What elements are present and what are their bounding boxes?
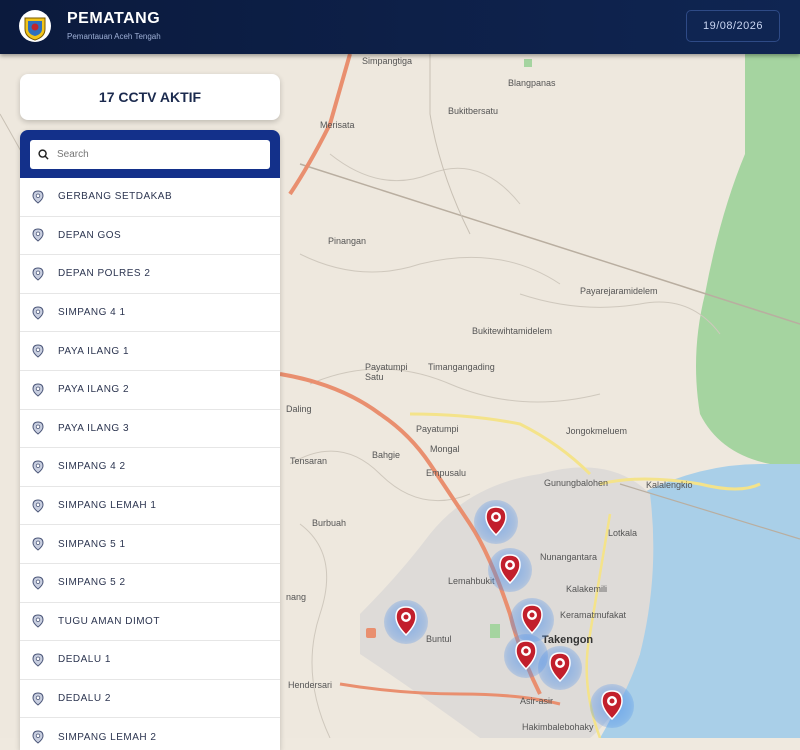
location-pin-icon	[32, 614, 44, 628]
cctv-list-item-label: DEDALU 1	[58, 654, 111, 666]
cctv-map-marker[interactable]	[590, 684, 634, 728]
map-label: Jongokmeluem	[566, 426, 628, 436]
cctv-list-item-label: SIMPANG LEMAH 1	[58, 500, 157, 512]
cctv-list-item-label: TUGU AMAN DIMOT	[58, 615, 160, 627]
location-pin-icon	[32, 460, 44, 474]
map-label: Bukitewihtamidelem	[472, 326, 553, 336]
map-label: Kalakemili	[566, 584, 608, 594]
map-label: Payarejaramidelem	[580, 286, 658, 296]
map-label: Payatumpi Satu	[365, 362, 408, 382]
location-pin-icon	[32, 228, 44, 243]
cctv-list-item-label: DEDALU 2	[58, 693, 111, 705]
map-label: Simpangtiga	[362, 56, 413, 66]
cctv-list-item[interactable]: PAYA ILANG 1	[20, 332, 280, 371]
cctv-map-marker[interactable]	[488, 548, 532, 592]
cctv-pin-icon	[499, 554, 521, 584]
cctv-list-item-label: GERBANG SETDAKAB	[58, 191, 173, 203]
cctv-list-item[interactable]: DEPAN GOS	[20, 217, 280, 256]
map-label: Keramatmufakat	[560, 610, 627, 620]
cctv-pin-icon	[515, 640, 537, 670]
map-label: Hakimbalebohaky	[522, 722, 594, 732]
map-label: Nunangantara	[540, 552, 598, 562]
location-pin-icon	[32, 537, 44, 551]
cctv-list-panel: GERBANG SETDAKAB DEPAN GOS DEPAN POLRES 2 S…	[20, 130, 280, 750]
cctv-list-item-label: SIMPANG 4 1	[58, 307, 126, 319]
cctv-list-item[interactable]: SIMPANG 4 1	[20, 294, 280, 333]
search-input[interactable]	[55, 148, 259, 161]
app-title: PEMATANG	[67, 10, 161, 27]
search-box[interactable]	[30, 140, 270, 169]
map-label: Blangpanas	[508, 78, 556, 88]
active-cctv-count: 17 CCTV AKTIF	[20, 74, 280, 120]
map-label: Hendersari	[288, 680, 333, 690]
cctv-map-marker[interactable]	[384, 600, 428, 644]
map-label: Takengon	[542, 634, 594, 646]
map-label: Asir-asir	[520, 696, 553, 706]
cctv-list-item-label: DEPAN POLRES 2	[58, 268, 151, 280]
cctv-list-item-label: SIMPANG LEMAH 2	[58, 731, 157, 743]
cctv-list-item[interactable]: PAYA ILANG 2	[20, 371, 280, 410]
map-label: Lotkala	[608, 528, 638, 538]
map-label: Merisata	[320, 120, 355, 130]
location-pin-icon	[32, 344, 44, 358]
cctv-list-item[interactable]: SIMPANG LEMAH 1	[20, 487, 280, 526]
map-label: Tensaran	[290, 456, 328, 466]
location-pin-icon	[32, 653, 44, 667]
search-icon	[38, 149, 49, 160]
cctv-list-item[interactable]: GERBANG SETDAKAB	[20, 178, 280, 217]
cctv-map-marker[interactable]	[538, 646, 582, 690]
search-bar	[20, 130, 280, 178]
location-pin-icon	[32, 730, 44, 744]
cctv-list-item-label: SIMPANG 4 2	[58, 461, 126, 473]
location-pin-icon	[32, 576, 44, 590]
cctv-pin-icon	[521, 604, 543, 634]
cctv-list-item[interactable]: DEDALU 1	[20, 641, 280, 680]
map-label: Bukitbersatu	[448, 106, 499, 116]
cctv-list-item[interactable]: SIMPANG 5 2	[20, 564, 280, 603]
map-label: Lemahbukit	[448, 576, 495, 586]
cctv-list-item[interactable]: DEPAN POLRES 2	[20, 255, 280, 294]
cctv-list-item[interactable]: SIMPANG LEMAH 2	[20, 718, 280, 750]
map-label: Gunungbalohen	[544, 478, 609, 488]
map-label: Buntul	[426, 634, 452, 644]
map-label: Mongal	[430, 444, 460, 454]
map-label: Bahgie	[372, 450, 401, 460]
location-pin-icon	[32, 421, 44, 435]
cctv-list-item[interactable]: TUGU AMAN DIMOT	[20, 603, 280, 642]
cctv-list: GERBANG SETDAKAB DEPAN GOS DEPAN POLRES 2 S…	[20, 178, 280, 750]
date-display: 19/08/2026	[686, 10, 780, 42]
cctv-list-item-label: SIMPANG 5 1	[58, 538, 126, 550]
cctv-map-marker[interactable]	[474, 500, 518, 544]
cctv-list-item-label: PAYA ILANG 3	[58, 422, 130, 434]
map-label: nang	[286, 592, 307, 602]
cctv-pin-icon	[601, 690, 623, 720]
cctv-list-item-label: PAYA ILANG 2	[58, 384, 130, 396]
cctv-list-item[interactable]: DEDALU 2	[20, 680, 280, 719]
cctv-list-item[interactable]: SIMPANG 5 1	[20, 525, 280, 564]
map-label: Timangangading	[428, 362, 495, 372]
location-pin-icon	[32, 692, 44, 706]
location-pin-icon	[32, 190, 44, 204]
cctv-pin-icon	[549, 652, 571, 682]
cctv-pin-icon	[395, 606, 417, 636]
cctv-list-item-label: DEPAN GOS	[58, 229, 122, 241]
location-pin-icon	[32, 306, 44, 320]
map-label: Empusalu	[426, 468, 467, 478]
app-subtitle: Pemantauan Aceh Tengah	[67, 32, 161, 41]
cctv-list-item[interactable]: SIMPANG 4 2	[20, 448, 280, 487]
location-pin-icon	[32, 499, 44, 513]
cctv-list-item-label: SIMPANG 5 2	[58, 577, 126, 589]
map-label: Pinangan	[328, 236, 367, 246]
cctv-list-item-label: PAYA ILANG 1	[58, 345, 130, 357]
cctv-pin-icon	[485, 506, 507, 536]
map-label: Payatumpi	[416, 424, 459, 434]
app-header: PEMATANG Pemantauan Aceh Tengah 19/08/20…	[0, 0, 800, 54]
regency-logo-icon	[19, 10, 51, 42]
map-label: Burbuah	[312, 518, 347, 528]
map-label: Daling	[286, 404, 312, 414]
location-pin-icon	[32, 267, 44, 281]
cctv-list-item[interactable]: PAYA ILANG 3	[20, 410, 280, 449]
map-label: Kalalengkio	[646, 480, 693, 490]
location-pin-icon	[32, 383, 44, 397]
